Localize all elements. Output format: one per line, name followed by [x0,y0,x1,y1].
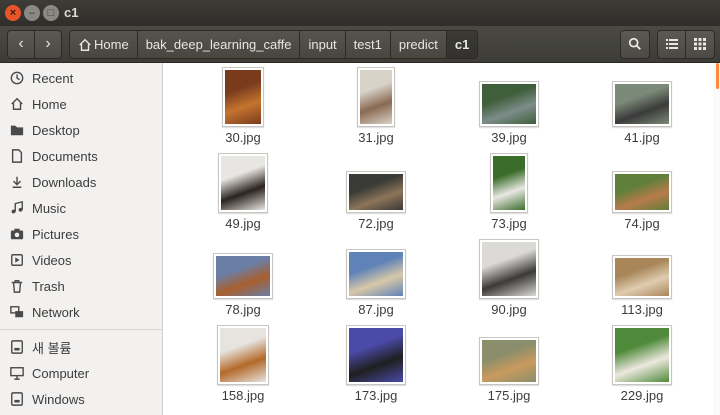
sidebar-item-label: Home [32,96,67,112]
sidebar: Recent Home Desktop Documents Downloads … [0,63,163,415]
back-button[interactable]: ‹ [7,30,35,59]
grid-view-icon [694,38,706,50]
document-icon [9,148,25,164]
window-title: c1 [64,5,79,20]
breadcrumb-label: test1 [353,37,382,52]
image-thumbnail[interactable] [346,325,406,385]
breadcrumb-predict[interactable]: predict [390,31,447,58]
breadcrumb-label: predict [398,37,438,52]
sidebar-item-home[interactable]: Home [0,91,162,117]
maximize-window-button[interactable]: □ [43,5,59,21]
music-icon [9,200,25,216]
file-grid: 30.jpg 31.jpg 39.jpg 41.jpg 49.jpg 72.jpg 73.j… [163,63,713,415]
toolbar: ‹ › Home bak_deep_learning_caffe input t… [0,26,720,63]
forward-button[interactable]: › [34,30,62,59]
sidebar-item-music[interactable]: Music [0,195,162,221]
search-icon [628,37,641,50]
file-item[interactable]: 175.jpg [454,63,564,415]
sidebar-item-pictures[interactable]: Pictures [0,221,162,247]
list-view-button[interactable] [657,30,687,59]
breadcrumb-label: c1 [454,37,470,52]
breadcrumb-input[interactable]: input [300,31,346,58]
sidebar-item-label: Network [32,304,80,320]
network-icon [9,304,25,320]
drive-icon [9,391,25,407]
sidebar-item-label: Downloads [32,174,97,190]
file-item[interactable]: 158.jpg [188,63,298,415]
sidebar-item-windows[interactable]: Windows [0,386,162,412]
breadcrumb-bak-deep-learning-caffe[interactable]: bak_deep_learning_caffe [137,31,301,58]
dog-photo [615,328,669,382]
sidebar-item-videos[interactable]: Videos [0,247,162,273]
breadcrumb-label: input [308,37,337,52]
scrollbar[interactable] [713,63,720,415]
file-name: 173.jpg [354,388,398,403]
breadcrumb-home[interactable]: Home [70,31,138,58]
video-icon [9,252,25,268]
file-item[interactable]: 173.jpg [321,63,431,415]
file-item[interactable]: 229.jpg [587,63,697,415]
sidebar-item-trash[interactable]: Trash [0,273,162,299]
download-icon [9,174,25,190]
trash-icon [9,278,25,294]
breadcrumb-label: bak_deep_learning_caffe [145,37,292,52]
minimize-window-button[interactable]: – [24,5,40,21]
title-bar: × – □ c1 [0,0,720,26]
chevron-left-icon: ‹ [18,35,24,52]
sidebar-item-label: Desktop [32,122,80,138]
sidebar-divider [0,329,162,330]
sidebar-item-label: Music [32,200,66,216]
sidebar-item-label: 새 볼륨 [32,340,72,356]
sidebar-item-recent[interactable]: Recent [0,65,162,91]
grid-view-button[interactable] [685,30,715,59]
scrollbar-thumb[interactable] [716,63,719,89]
camera-icon [9,226,25,242]
breadcrumb-label: Home [94,37,129,52]
breadcrumb-test1[interactable]: test1 [345,31,391,58]
close-window-button[interactable]: × [5,5,21,21]
sidebar-item-label: Windows [32,391,85,407]
breadcrumb-c1[interactable]: c1 [446,31,478,58]
computer-icon [9,365,25,381]
sidebar-item-label: Pictures [32,226,79,242]
sidebar-item-label: Trash [32,278,65,294]
sidebar-item-label: Computer [32,365,90,381]
home-icon [79,38,91,51]
file-name: 158.jpg [221,388,265,403]
sidebar-item-label: Recent [32,70,74,86]
image-thumbnail[interactable] [217,325,269,385]
search-button[interactable] [620,30,650,59]
dog-photo [349,328,403,382]
image-thumbnail[interactable] [612,325,672,385]
list-view-icon [666,39,678,49]
sidebar-item-label: Videos [32,252,72,268]
sidebar-item-downloads[interactable]: Downloads [0,169,162,195]
chevron-right-icon: › [45,35,51,52]
home-icon [9,96,25,112]
folder-icon [9,122,25,138]
sidebar-item-network[interactable]: Network [0,299,162,325]
sidebar-item-computer[interactable]: Computer [0,360,162,386]
file-name: 175.jpg [487,388,531,403]
dog-photo [482,340,536,382]
clock-icon [9,70,25,86]
sidebar-item-documents[interactable]: Documents [0,143,162,169]
breadcrumb: Home bak_deep_learning_caffe input test1… [69,30,479,59]
image-thumbnail[interactable] [479,337,539,385]
sidebar-item-desktop[interactable]: Desktop [0,117,162,143]
file-name: 229.jpg [620,388,664,403]
sidebar-item-label: Documents [32,148,98,164]
sidebar-item-volume[interactable]: 새 볼륨 [0,334,162,360]
drive-icon [9,339,25,355]
dog-photo [220,328,266,382]
